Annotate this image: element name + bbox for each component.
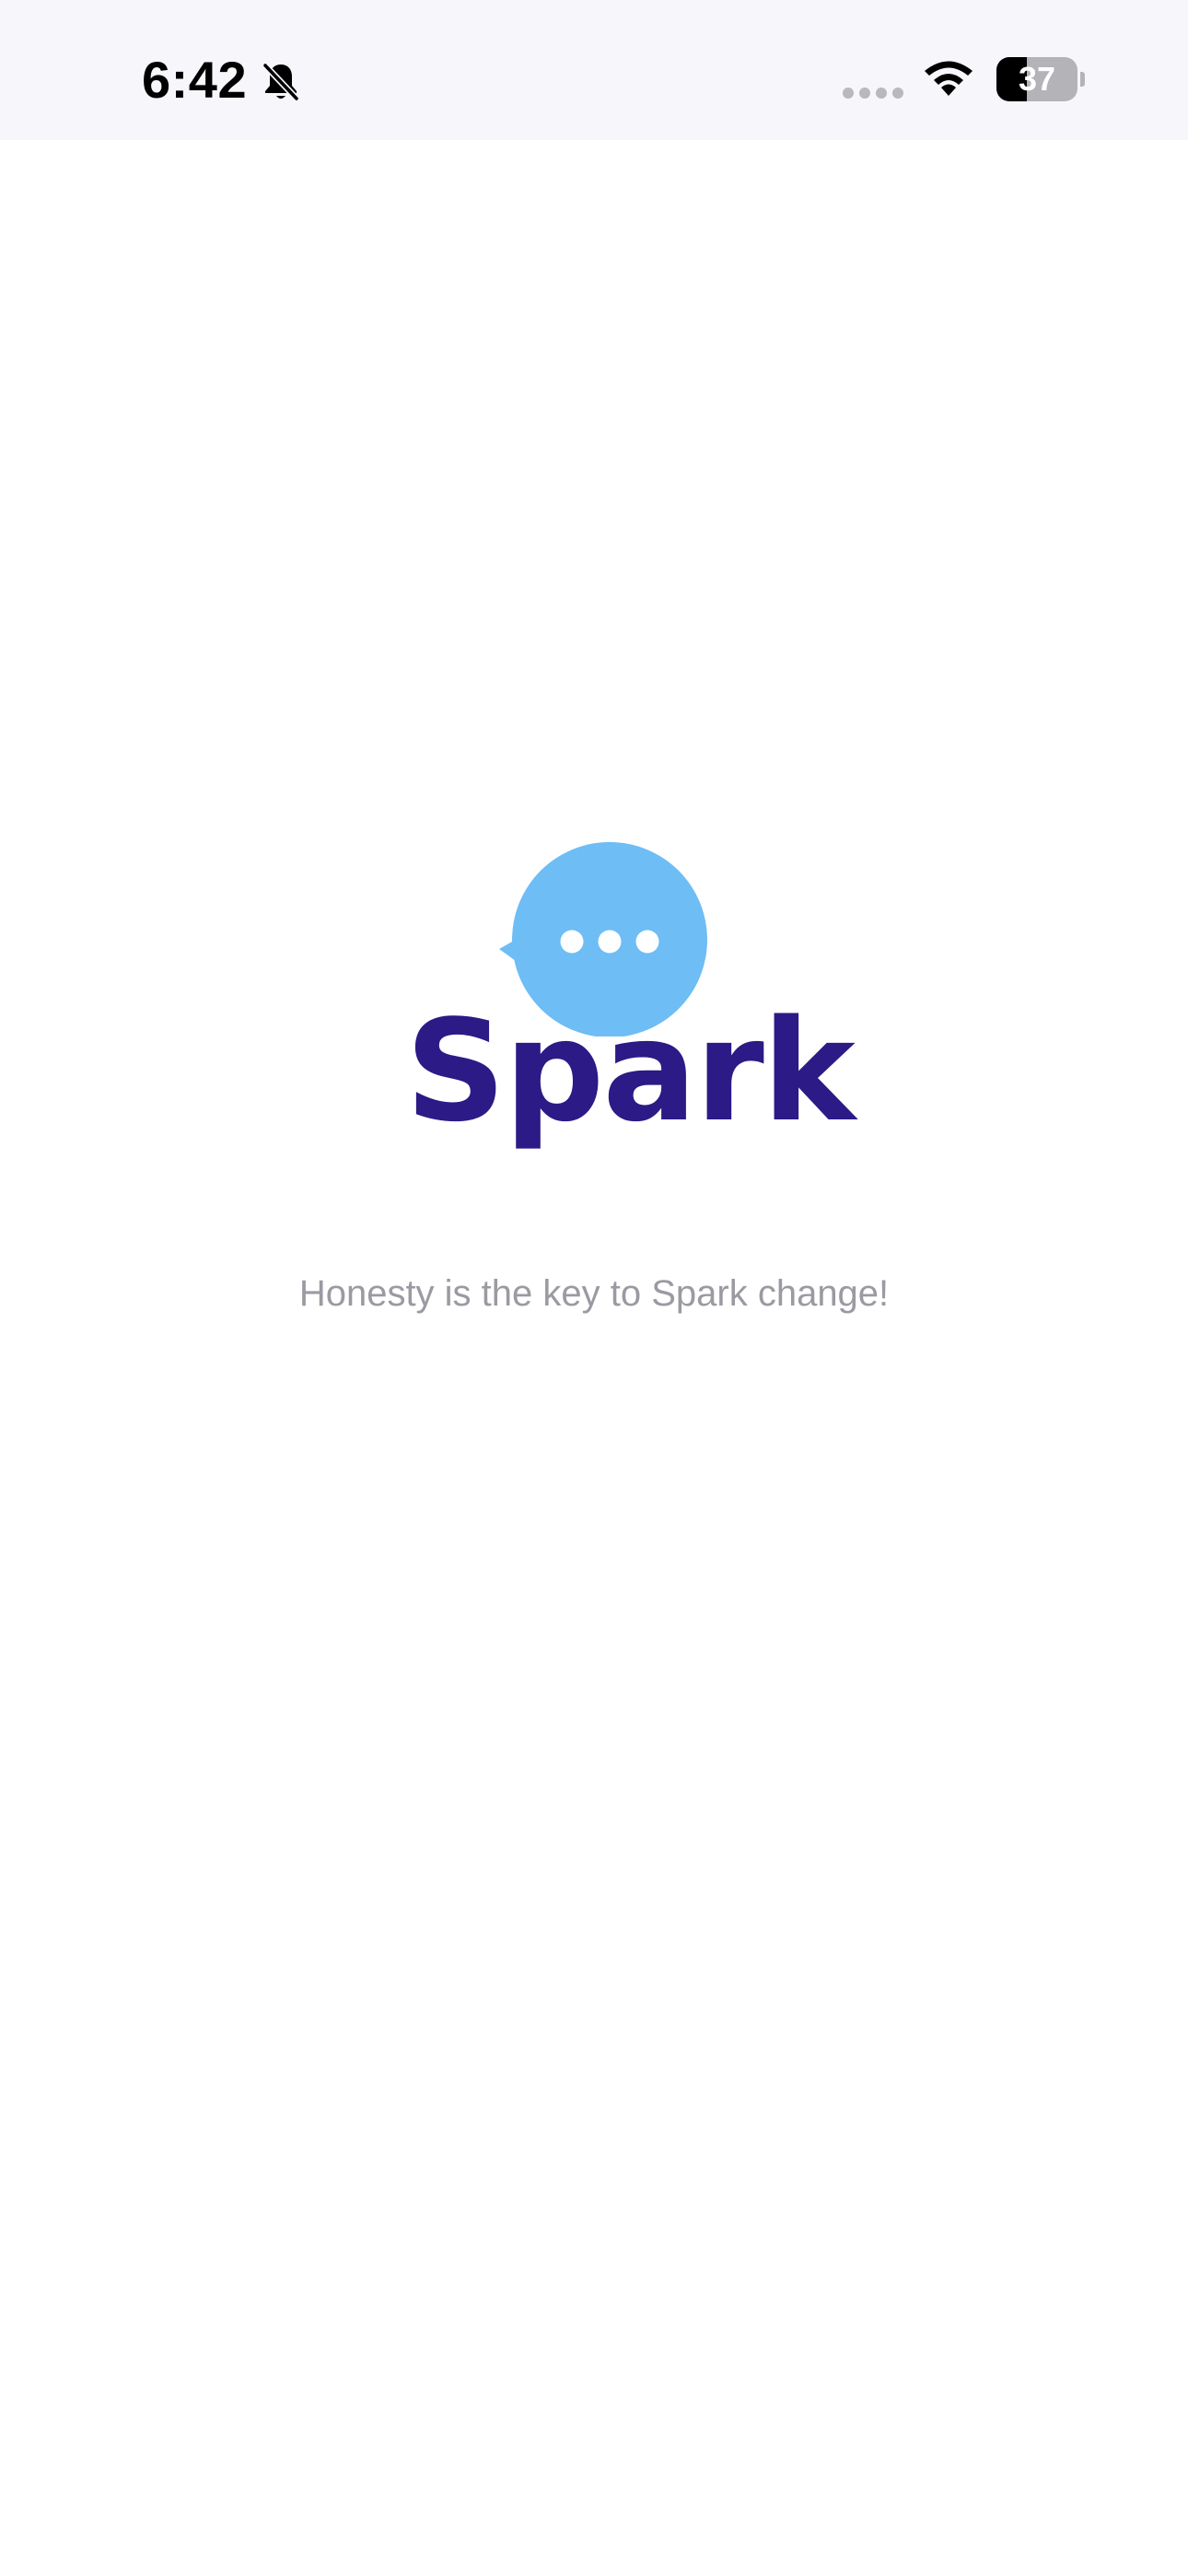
signal-icon: [842, 87, 904, 100]
battery-level: 37: [1018, 60, 1056, 98]
tagline: Honesty is the key to Spark change!: [298, 1273, 890, 1314]
wifi-icon: [922, 59, 975, 100]
app-logo: Spark: [405, 820, 856, 1153]
battery-icon: 37: [996, 57, 1085, 101]
logo-wordmark: Spark: [405, 989, 856, 1153]
status-bar: 6:42 37: [0, 0, 1188, 140]
status-time: 6:42: [142, 51, 248, 109]
bell-slash-icon: [260, 61, 302, 103]
